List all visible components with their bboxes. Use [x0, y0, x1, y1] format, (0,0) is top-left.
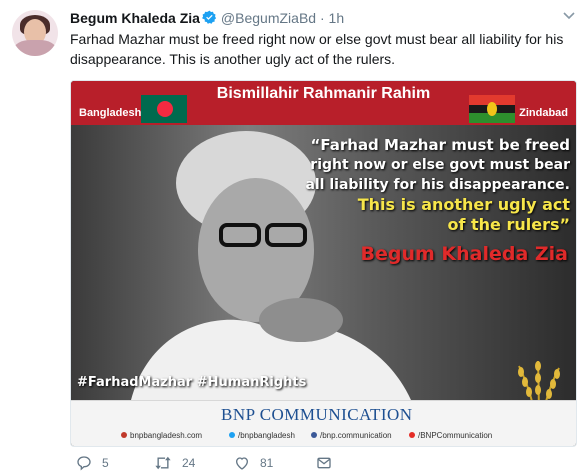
tweet-media-image[interactable]: Bismillahir Rahmanir Rahim Bangladesh Zi… [70, 80, 577, 447]
reply-button[interactable]: 5 [76, 455, 109, 471]
avatar[interactable] [12, 10, 58, 56]
footer-youtube: /BNPCommunication [409, 431, 492, 440]
tweet-text: Farhad Mazhar must be freed right now or… [70, 31, 564, 67]
footer-title: BNP COMMUNICATION [221, 405, 413, 424]
quote-block: “Farhad Mazhar must be freed right now o… [300, 135, 570, 235]
quote-line-4: This is another ugly act [357, 195, 570, 214]
image-footer: BNP COMMUNICATION bnpbangladesh.com /bnp… [71, 400, 576, 446]
direct-message-icon [317, 457, 331, 469]
quote-line-1: “Farhad Mazhar must be freed [310, 136, 570, 154]
website-icon [121, 432, 127, 438]
tweet-header: Begum Khaleda Zia @BegumZiaBd · 1h [70, 10, 344, 26]
footer-twitter-label: /bnpbangladesh [238, 431, 295, 440]
image-banner: Bismillahir Rahmanir Rahim Bangladesh Zi… [71, 81, 576, 125]
banner-right-label: Zindabad [519, 107, 568, 119]
like-count: 81 [260, 456, 274, 470]
header-separator: · [319, 10, 325, 26]
portrait-photo: “Farhad Mazhar must be freed right now o… [71, 125, 576, 400]
footer-facebook-label: /bnp.communication [320, 431, 392, 440]
author-handle[interactable]: @BegumZiaBd [221, 10, 316, 26]
retweet-button[interactable]: 24 [154, 455, 195, 471]
quote-line-3: all liability for his disappearance. [305, 177, 570, 193]
footer-website: bnpbangladesh.com [121, 431, 202, 440]
banner-left-label: Bangladesh [79, 107, 142, 119]
retweet-count: 24 [182, 456, 196, 470]
footer-twitter: /bnpbangladesh [229, 431, 295, 440]
tweet-timestamp[interactable]: 1h [329, 10, 345, 26]
tweet: Begum Khaleda Zia @BegumZiaBd · 1h Farhad… [0, 0, 587, 476]
footer-youtube-label: /BNPCommunication [418, 431, 493, 440]
footer-website-label: bnpbangladesh.com [130, 431, 203, 440]
youtube-icon [409, 432, 415, 438]
direct-message-button[interactable] [316, 455, 332, 471]
like-button[interactable]: 81 [234, 455, 273, 471]
image-hashtags: #FarhadMazhar #HumanRights [77, 375, 307, 390]
twitter-icon [229, 432, 235, 438]
verified-badge-icon [201, 10, 216, 24]
bangladesh-flag-icon [141, 95, 187, 123]
chevron-down-icon[interactable] [563, 12, 575, 20]
reply-count: 5 [102, 456, 109, 470]
quote-attribution: Begum Khaleda Zia [360, 243, 568, 265]
quote-line-2: right now or else govt must bear [310, 157, 570, 173]
facebook-icon [311, 432, 317, 438]
bnp-flag-icon [469, 95, 515, 123]
like-icon [235, 457, 249, 470]
footer-facebook: /bnp.communication [311, 431, 392, 440]
quote-line-5: of the rulers” [447, 215, 570, 234]
retweet-icon [155, 456, 171, 470]
reply-icon [77, 456, 91, 471]
author-name[interactable]: Begum Khaleda Zia [70, 10, 200, 26]
